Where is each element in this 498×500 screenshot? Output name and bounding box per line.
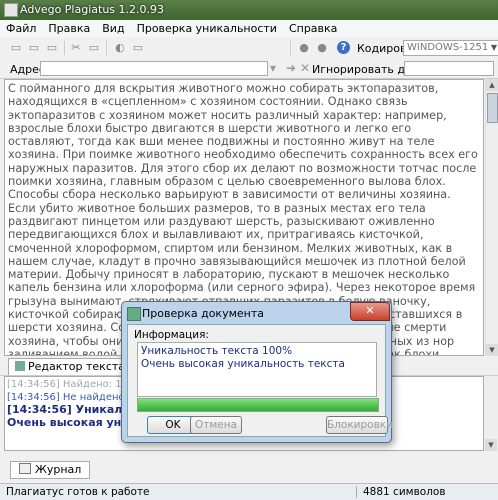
log-scrollbar[interactable]: ▼ (485, 376, 497, 451)
tab-journal[interactable]: Журнал (10, 461, 91, 479)
stop-icon[interactable]: ▭ (132, 42, 144, 54)
title-bar: Advego Plagiatus 1.2.0.93 (0, 0, 498, 20)
window-title: Advego Plagiatus 1.2.0.93 (20, 3, 165, 16)
ignore-domains-input[interactable] (404, 61, 494, 76)
app-icon (4, 3, 18, 17)
check-document-dialog: Проверка документа ✕ Информация: Уникаль… (121, 301, 393, 443)
tab-editor[interactable]: Редактор текста (8, 358, 133, 375)
menu-file[interactable]: Файл (0, 20, 42, 35)
status-text: Плагиатус готов к работе (6, 486, 150, 498)
menu-help[interactable]: Справка (283, 20, 343, 35)
char-count: 4881 символов (363, 486, 446, 498)
editor-scrollbar[interactable]: ▲ ▼ (485, 79, 498, 356)
open-file-icon[interactable]: ▭ (28, 42, 40, 54)
scroll-down-icon[interactable]: ▼ (486, 344, 498, 356)
dialog-title: Проверка документа (142, 307, 264, 320)
menu-edit[interactable]: Правка (42, 20, 96, 35)
close-button[interactable]: ✕ (350, 302, 390, 321)
new-file-icon[interactable]: ▭ (10, 42, 22, 54)
info-box: Уникальность текста 100% Очень высокая у… (137, 342, 377, 397)
block-button[interactable]: Блокировки (326, 416, 393, 434)
cancel-button[interactable]: Отмена (190, 416, 242, 434)
scroll-down-icon[interactable]: ▼ (485, 439, 497, 451)
settings-icon[interactable]: ● (298, 42, 310, 54)
go-arrow-icon[interactable]: ➜ (286, 61, 296, 75)
check-icon[interactable]: ◐ (114, 42, 126, 54)
status-divider (356, 486, 357, 498)
dialog-icon (127, 307, 141, 321)
scroll-thumb[interactable] (487, 93, 498, 123)
address-bar: Адрес: ▾ ➜ ✕ Игнорировать домены: (0, 59, 498, 79)
dropdown-icon[interactable]: ▾ (270, 61, 276, 75)
toolbar-separator (64, 41, 65, 55)
stop-check-icon[interactable]: ● (316, 42, 328, 54)
toolbar: ▭ ▭ ▭ ✂ ▭ ◐ ▭ ● ● ? Кодировка: WINDOWS-1… (0, 37, 498, 60)
save-file-icon[interactable]: ▭ (46, 42, 58, 54)
close-icon[interactable]: ✕ (300, 61, 310, 75)
scroll-up-icon[interactable]: ▲ (486, 79, 498, 91)
toolbar-separator (290, 41, 291, 55)
info-line: Уникальность текста 100% (141, 345, 293, 357)
progress-fill (138, 399, 378, 411)
progress-bar (137, 398, 379, 412)
toolbar-separator (106, 41, 107, 55)
menu-check[interactable]: Проверка уникальности (131, 20, 283, 35)
info-line: Очень высокая уникальность текста (141, 358, 345, 370)
chevron-down-icon: ▼ (490, 43, 497, 52)
info-label: Информация: (134, 329, 209, 341)
encoding-select[interactable]: WINDOWS-1251 ▼ (403, 40, 498, 56)
journal-icon (19, 463, 31, 474)
status-bar: Плагиатус готов к работе 4881 символов (0, 483, 498, 500)
cut-icon[interactable]: ✂ (70, 42, 82, 54)
address-input[interactable] (40, 61, 268, 76)
menu-view[interactable]: Вид (96, 20, 130, 35)
app-window: Advego Plagiatus 1.2.0.93 Файл Правка Вид П… (0, 0, 498, 500)
editor-tab-icon (15, 361, 25, 371)
copy-icon[interactable]: ▭ (88, 42, 100, 54)
menu-bar: Файл Правка Вид Проверка уникальности Справк… (0, 20, 498, 38)
help-icon[interactable]: ? (337, 41, 350, 54)
